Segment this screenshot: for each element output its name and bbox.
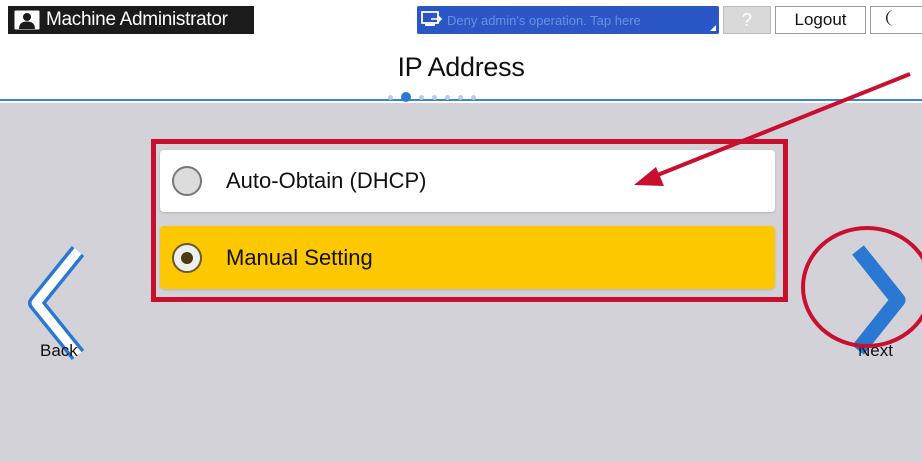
back-label[interactable]: Back [40, 341, 78, 361]
energy-saver-button[interactable] [870, 6, 922, 34]
remote-operation-icon [417, 6, 447, 34]
moon-icon [884, 9, 898, 32]
step-dot [471, 94, 476, 100]
deny-admin-operation-text: Deny admin's operation. Tap here [447, 12, 641, 28]
step-indicator [388, 92, 484, 102]
radio-dot [181, 251, 193, 264]
top-bar: Machine Administrator Deny admin's opera… [0, 0, 922, 40]
step-dot [445, 94, 450, 100]
step-dot [432, 94, 437, 100]
person-icon [8, 6, 46, 34]
page-title: IP Address [397, 52, 525, 82]
user-name: Machine Administrator [46, 9, 228, 30]
step-dot [458, 94, 463, 100]
user-info: Machine Administrator [8, 6, 254, 34]
option-label: Manual Setting [226, 244, 373, 270]
annotation-circle [801, 226, 922, 348]
option-label: Auto-Obtain (DHCP) [226, 168, 427, 193]
option-auto-obtain-dhcp[interactable]: Auto-Obtain (DHCP) [160, 150, 775, 212]
deny-admin-operation-button[interactable]: Deny admin's operation. Tap here [417, 6, 719, 34]
title-band: IP Address [0, 40, 922, 102]
radio-unselected[interactable] [172, 166, 202, 196]
step-dot [388, 94, 393, 100]
radio-selected[interactable] [172, 242, 202, 273]
step-dot [419, 94, 424, 100]
content-area: Auto-Obtain (DHCP) Manual Setting Back N… [0, 103, 922, 462]
corner-marker [710, 25, 716, 31]
step-dot-active [401, 92, 411, 102]
option-manual-setting[interactable]: Manual Setting [160, 226, 775, 289]
help-button[interactable]: ? [723, 6, 771, 34]
logout-button[interactable]: Logout [775, 6, 866, 34]
